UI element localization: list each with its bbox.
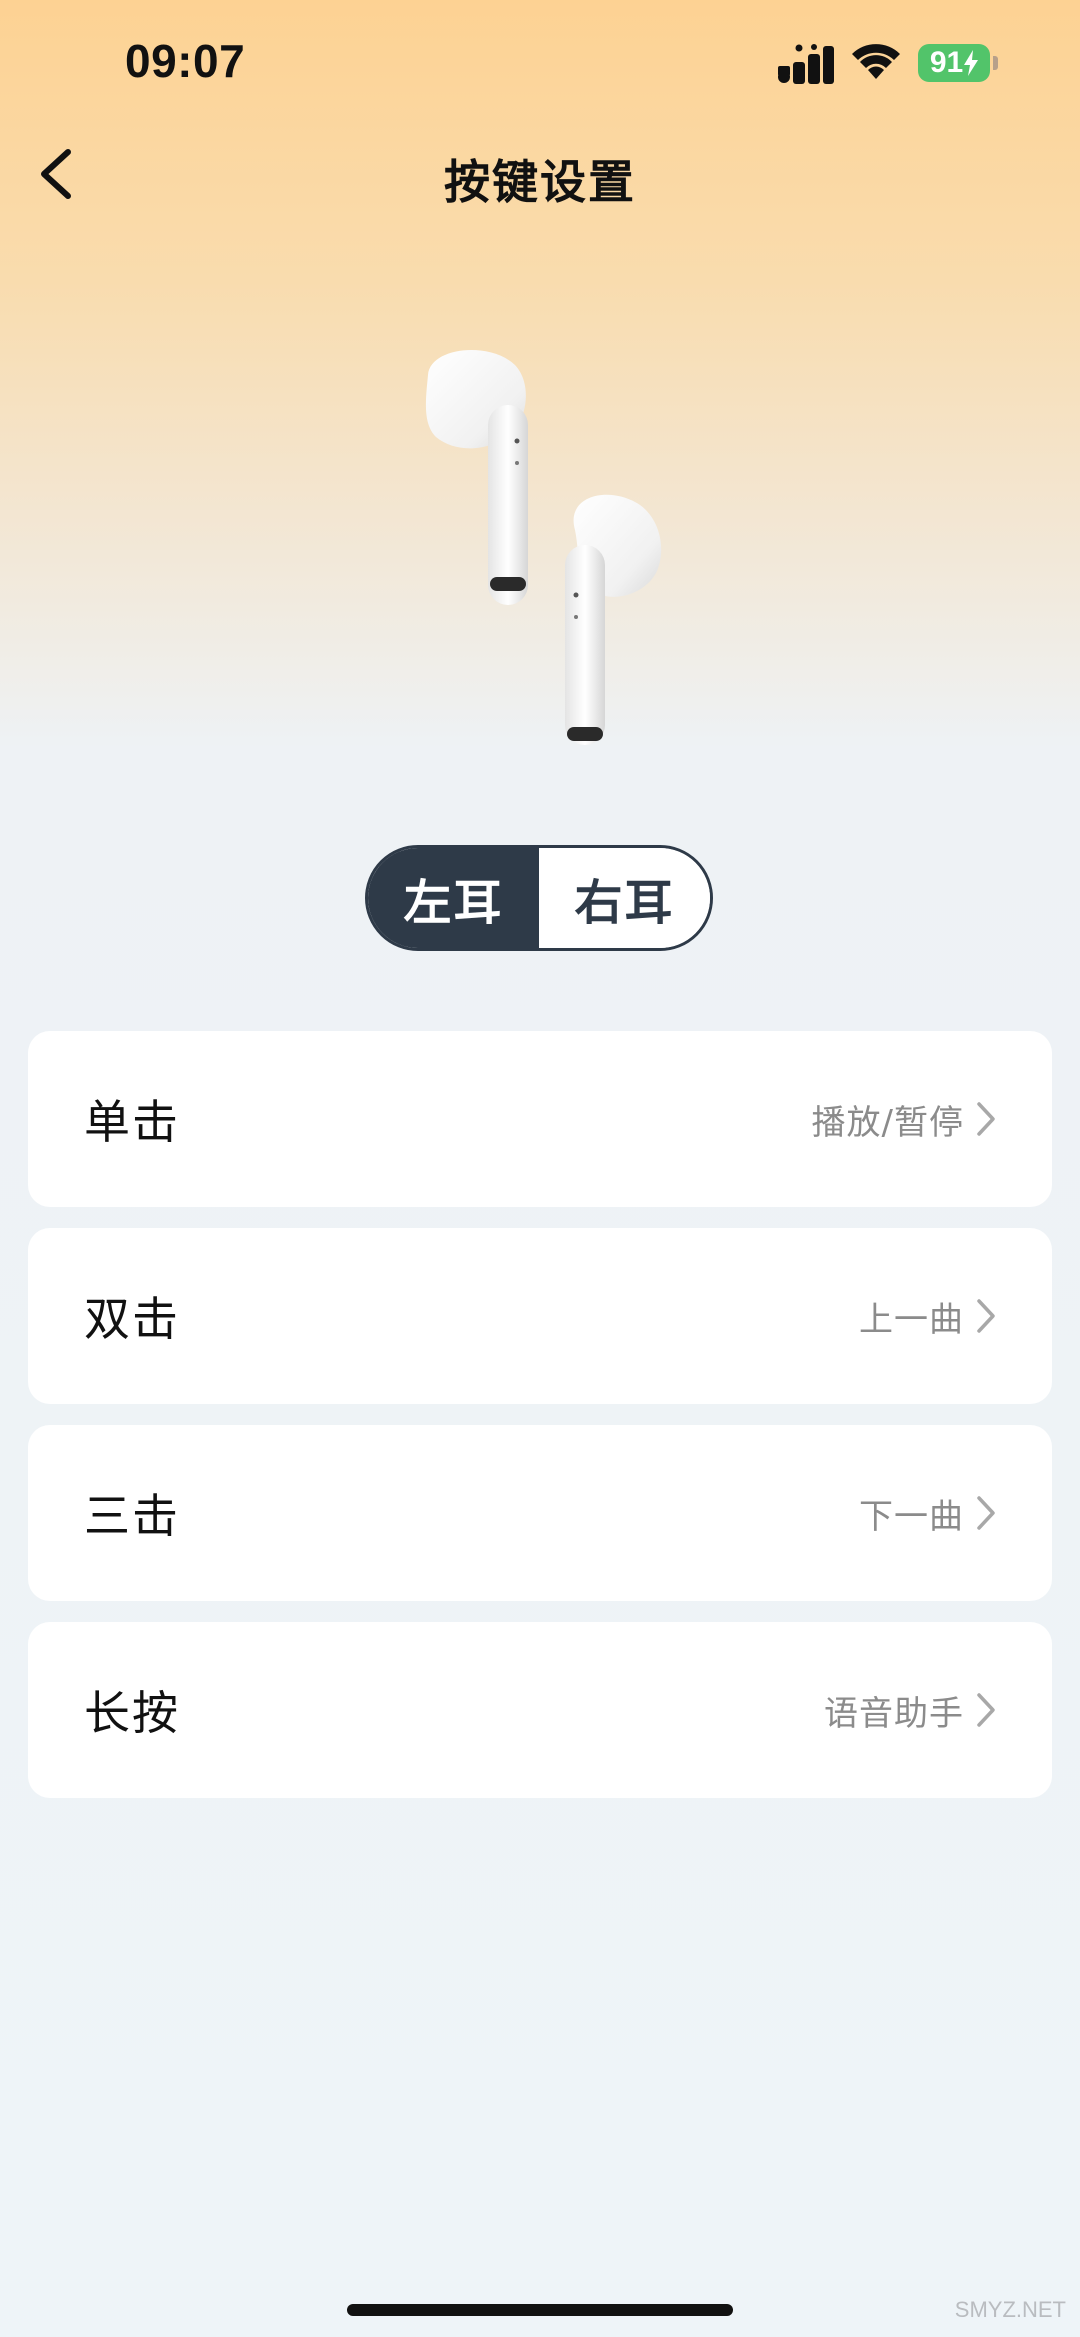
chevron-right-icon <box>977 1496 995 1530</box>
status-time: 09:07 <box>125 35 246 87</box>
gesture-row-double-tap[interactable]: 双击 上一曲 <box>28 1228 1052 1404</box>
gesture-label: 长按 <box>84 1686 180 1740</box>
home-indicator[interactable] <box>347 2304 733 2316</box>
gesture-settings-list: 单击 播放/暂停 双击 上一曲 三击 下一曲 长按 语音助手 <box>28 1031 1052 1819</box>
gesture-label: 单击 <box>84 1095 180 1149</box>
gesture-value: 语音助手 <box>824 1693 964 1734</box>
gesture-value: 下一曲 <box>859 1496 964 1537</box>
ear-toggle[interactable]: 左耳 右耳 <box>365 845 713 951</box>
gesture-row-triple-tap[interactable]: 三击 下一曲 <box>28 1425 1052 1601</box>
chevron-right-icon <box>977 1299 995 1333</box>
left-earbud <box>425 350 528 605</box>
battery-level: 91 <box>929 46 964 79</box>
gesture-value: 播放/暂停 <box>811 1102 964 1143</box>
battery-icon: 91 <box>918 44 990 82</box>
chevron-right-icon <box>977 1693 995 1727</box>
tab-left-ear[interactable]: 左耳 <box>368 848 539 948</box>
chevron-right-icon <box>977 1102 995 1136</box>
gesture-row-single-tap[interactable]: 单击 播放/暂停 <box>28 1031 1052 1207</box>
gesture-label: 三击 <box>84 1489 180 1543</box>
earbuds-image <box>425 350 662 745</box>
wifi-icon <box>852 44 900 79</box>
page-title: 按键设置 <box>444 155 636 209</box>
battery-cap <box>993 56 998 70</box>
gesture-label: 双击 <box>84 1292 180 1346</box>
watermark: SMYZ.NET <box>954 2297 1066 2322</box>
charging-bolt-icon <box>964 50 979 76</box>
right-earbud <box>565 494 662 745</box>
signal-icon <box>778 44 834 84</box>
tab-right-ear[interactable]: 右耳 <box>539 848 710 948</box>
gesture-row-long-press[interactable]: 长按 语音助手 <box>28 1622 1052 1798</box>
status-bar: 09:07 91 <box>0 0 1080 130</box>
gesture-value: 上一曲 <box>859 1299 964 1340</box>
